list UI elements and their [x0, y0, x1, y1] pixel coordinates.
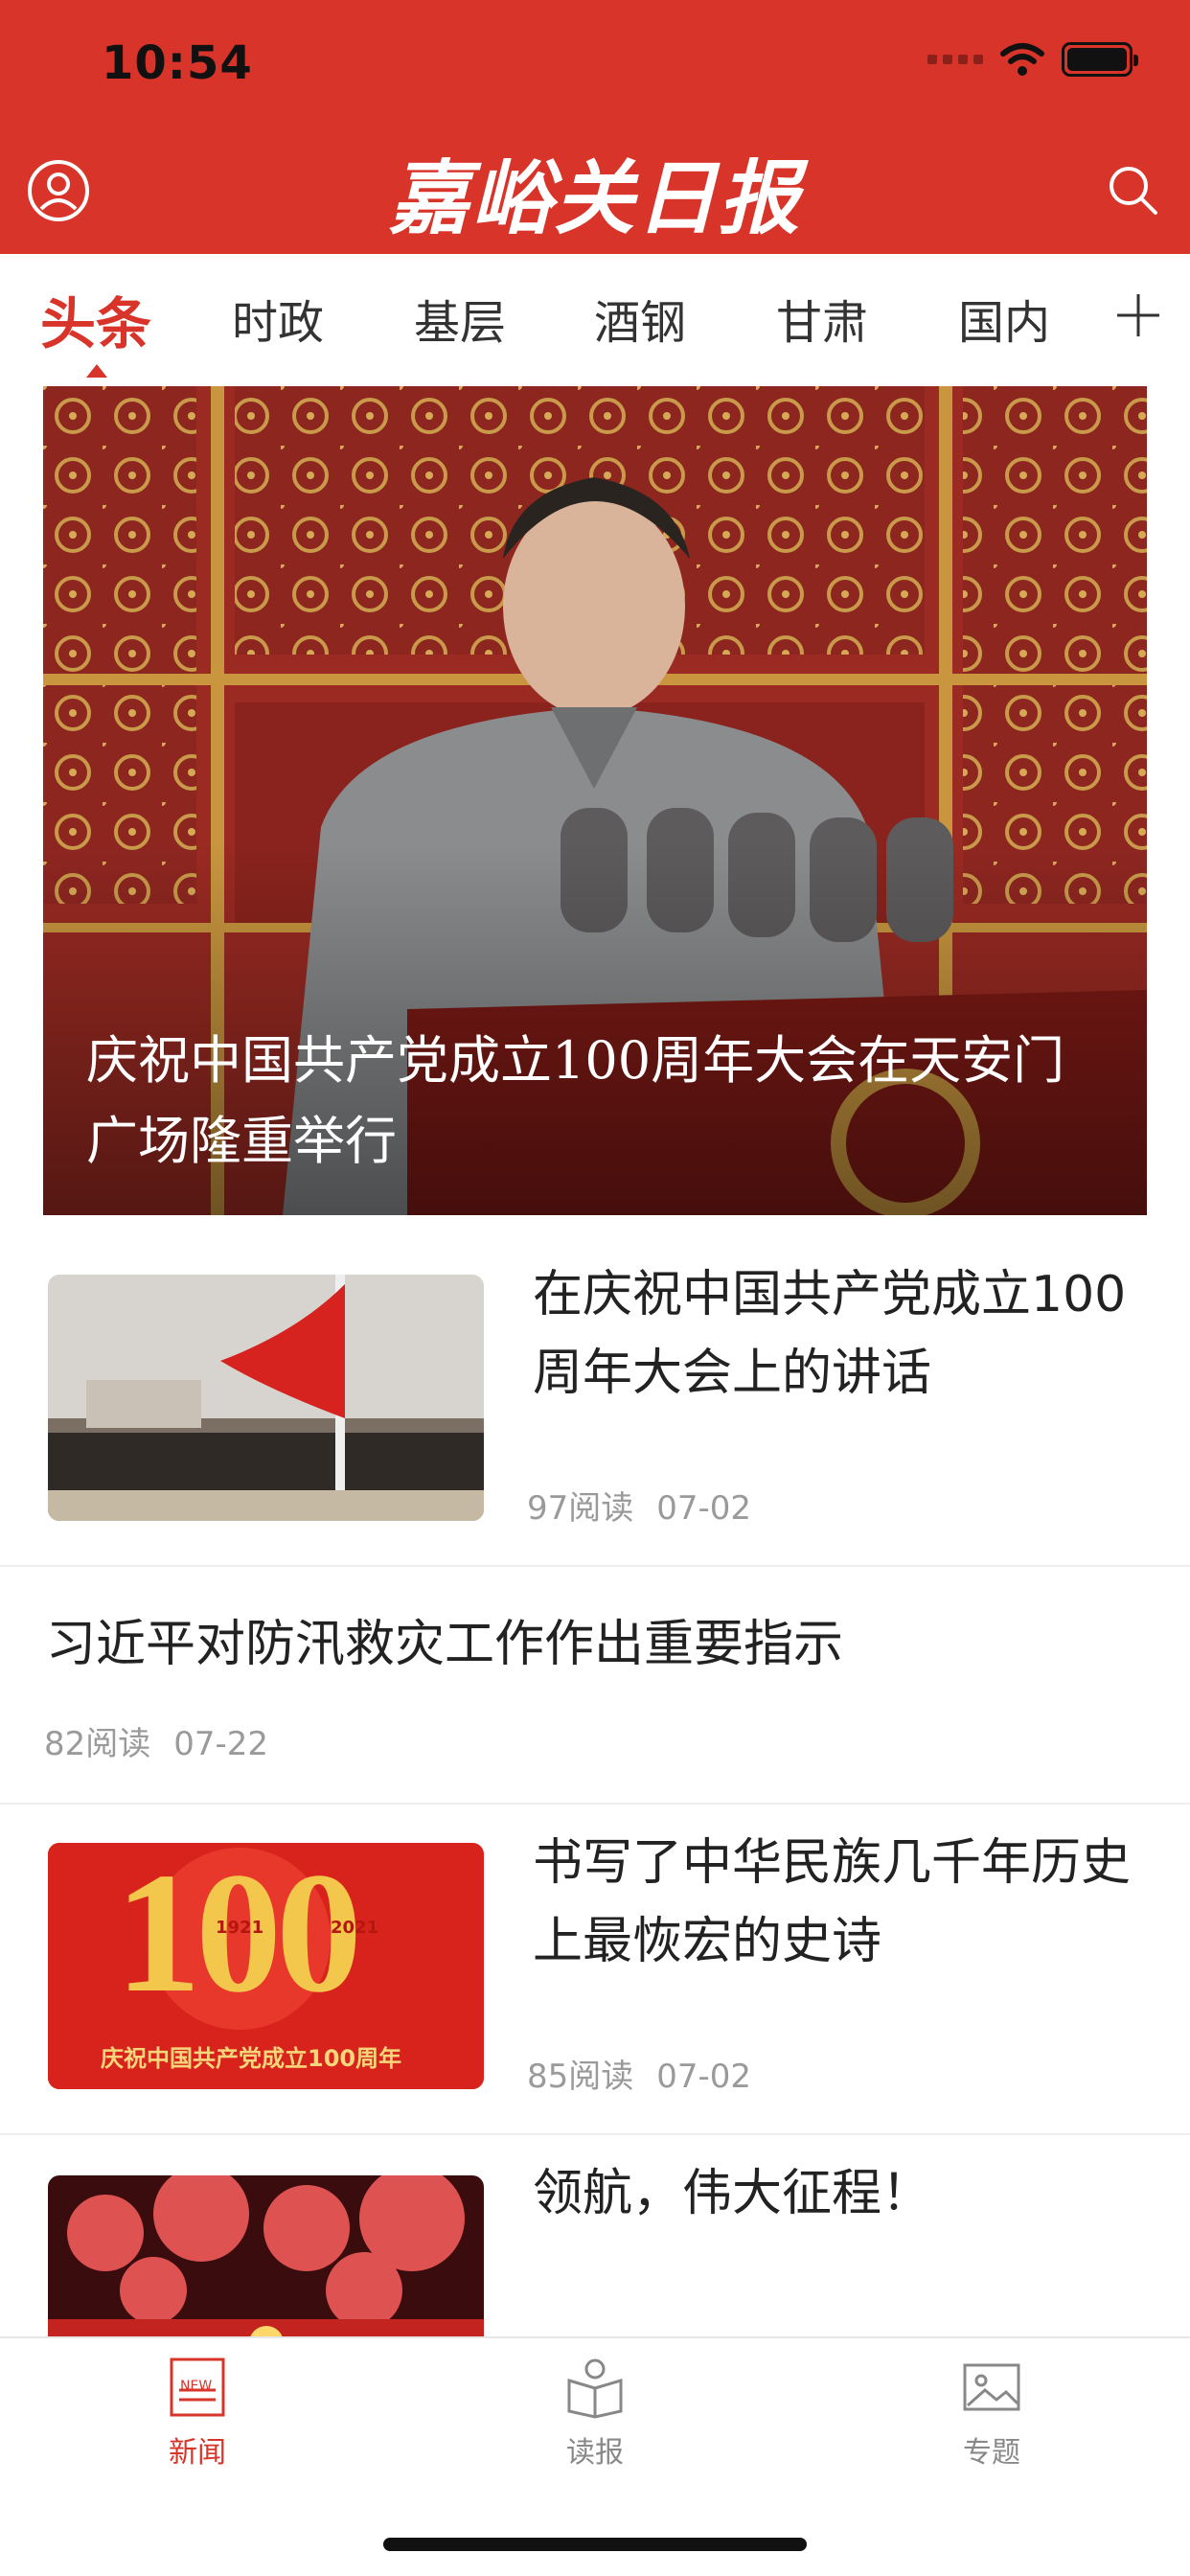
thumbnail-banner-text: 庆祝中国共产党成立100周年: [101, 2045, 402, 2072]
thumbnail-badge-right: 2021: [331, 1918, 379, 1938]
topic-image-icon: [963, 2363, 1020, 2411]
tab-headline[interactable]: 头条: [40, 279, 151, 359]
publish-date: 07-02: [656, 2058, 752, 2096]
article-title: 习近平对防汛救灾工作作出重要指示: [46, 1616, 844, 1673]
tabbar-topics[interactable]: 专题: [896, 2356, 1087, 2471]
article-thumbnail: 100 1921 2021 庆祝中国共产党成立100周年: [48, 1843, 484, 2089]
read-count: 82阅读: [44, 1725, 151, 1763]
article-item[interactable]: 习近平对防汛救灾工作作出重要指示 82阅读 07-22: [0, 1567, 1190, 1805]
article-title: 在庆祝中国共产党成立100周年大会上的讲话: [533, 1266, 1127, 1402]
tabbar-news[interactable]: NEW 新闻: [102, 2356, 293, 2471]
status-indicators: [927, 42, 1138, 77]
article-meta: 82阅读 07-22: [44, 1717, 268, 1764]
publish-date: 07-02: [656, 1489, 752, 1528]
tab-jiugang[interactable]: 酒钢: [594, 285, 686, 352]
cellular-signal-icon: [927, 55, 983, 64]
tab-grassroots[interactable]: 基层: [414, 285, 506, 352]
wifi-icon: [1000, 43, 1044, 76]
article-thumbnail: [48, 2175, 484, 2336]
article-item[interactable]: 领航，伟大征程！: [0, 2135, 1190, 2336]
thumbnail-badge-left: 1921: [216, 1918, 264, 1938]
app-logo: 嘉峪关日报: [388, 150, 801, 245]
read-paper-icon: [567, 2358, 623, 2419]
article-item[interactable]: 100 1921 2021 庆祝中国共产党成立100周年 书写了中华民族几千年历…: [0, 1805, 1190, 2135]
read-count: 85阅读: [527, 2058, 634, 2096]
app-header: 10:54 嘉峪关日报: [0, 0, 1190, 254]
search-icon[interactable]: [1106, 163, 1159, 217]
article-title: 领航，伟大征程！: [533, 2165, 932, 2222]
tab-gansu[interactable]: 甘肃: [776, 285, 868, 352]
hero-article[interactable]: 庆祝中国共产党成立100周年大会在天安门广场隆重举行: [43, 386, 1147, 1215]
status-time: 10:54: [102, 36, 253, 90]
tabbar-read-paper[interactable]: 读报: [499, 2356, 691, 2471]
article-meta: 85阅读 07-02: [527, 2050, 751, 2097]
plus-icon[interactable]: [1115, 292, 1161, 338]
read-count: 97阅读: [527, 1489, 634, 1528]
bottom-tab-bar: NEW 新闻 读报 专题: [0, 2336, 1190, 2576]
tabbar-label: 专题: [963, 2436, 1020, 2470]
active-tab-indicator: [86, 364, 107, 378]
tab-domestic[interactable]: 国内: [958, 285, 1050, 352]
publish-date: 07-22: [173, 1725, 269, 1763]
tabbar-label: 新闻: [169, 2436, 226, 2470]
article-meta: 97阅读 07-02: [527, 1482, 751, 1529]
article-thumbnail: [48, 1275, 484, 1521]
article-item[interactable]: 在庆祝中国共产党成立100周年大会上的讲话 97阅读 07-02: [0, 1215, 1190, 1567]
battery-icon: [1062, 42, 1138, 77]
tab-politics[interactable]: 时政: [232, 285, 324, 352]
category-tabs: 头条 时政 基层 酒钢 甘肃 国内: [0, 254, 1190, 386]
hero-title: 庆祝中国共产党成立100周年大会在天安门广场隆重举行: [86, 1030, 1065, 1171]
news-icon-badge: NEW: [180, 2379, 213, 2394]
article-title: 书写了中华民族几千年历史上最恢宏的史诗: [533, 1834, 1132, 1970]
tabbar-label: 读报: [566, 2436, 624, 2470]
home-indicator: [383, 2538, 807, 2551]
